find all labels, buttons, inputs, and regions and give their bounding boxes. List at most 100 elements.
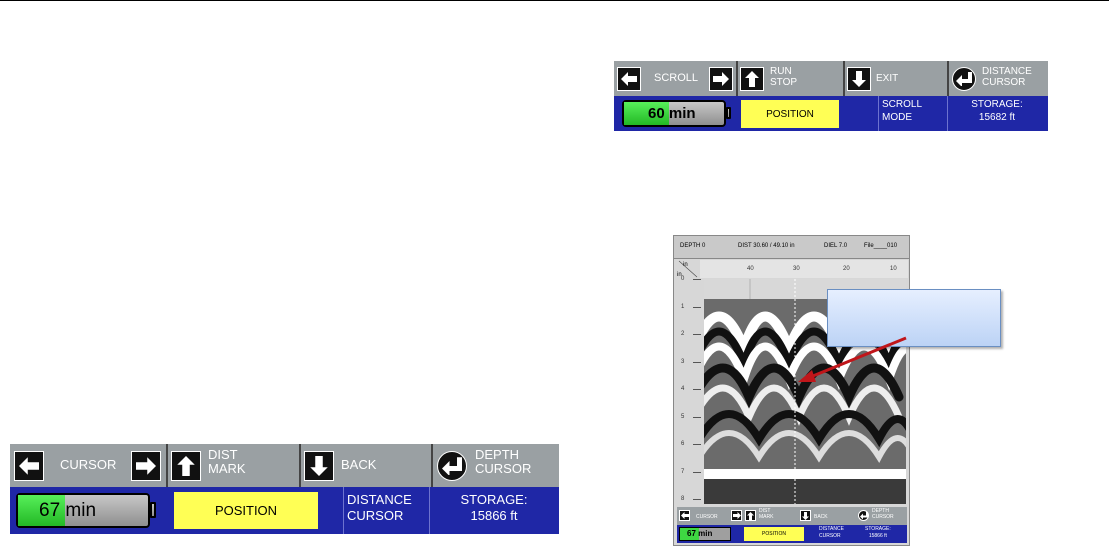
- arrow-left-icon: [680, 512, 689, 519]
- exit-button[interactable]: [847, 67, 871, 91]
- position-display: POSITION: [174, 492, 318, 529]
- mini-storage-display: STORAGE: 15866 ft: [865, 526, 891, 539]
- cursor-mode-panel: CURSOR DIST MARK BACK DEPTH CURSOR 67 mi…: [10, 444, 559, 534]
- storage-display: STORAGE: 15682 ft: [952, 99, 1042, 124]
- arrow-up-icon: [747, 511, 754, 520]
- y-tick: 6: [681, 441, 685, 447]
- arrow-right-icon: [732, 512, 741, 519]
- storage-label: STORAGE:: [971, 99, 1023, 110]
- distance-cursor-label: DISTANCE CURSOR: [982, 66, 1032, 88]
- mini-dist-mark-button[interactable]: [745, 510, 756, 521]
- storage-value: 15682 ft: [978, 111, 1016, 123]
- dist-readout: DIST 30.60 / 49.10 in: [738, 243, 795, 249]
- run-stop-button[interactable]: [740, 67, 764, 91]
- y-tick: 0: [681, 276, 685, 282]
- mini-depth-cursor-button[interactable]: [858, 510, 869, 521]
- y-tick-mark: [693, 471, 701, 473]
- mode-display: DISTANCE CURSOR: [347, 492, 412, 525]
- mini-mode-line-1: DISTANCE: [819, 526, 844, 532]
- cursor-label-2: CURSOR: [475, 461, 532, 477]
- mode-line-1: DISTANCE: [347, 492, 412, 507]
- mode-display: SCROLL MODE: [882, 99, 922, 124]
- battery-indicator: 67 min: [16, 493, 150, 528]
- mini-mode-display: DISTANCE CURSOR: [819, 526, 844, 539]
- arrow-left-icon: [621, 72, 637, 86]
- position-display: POSITION: [741, 100, 839, 128]
- y-tick-mark: [693, 334, 701, 335]
- storage-display: STORAGE: 15866 ft: [432, 492, 556, 525]
- arrow-up-icon: [177, 456, 195, 476]
- cursor-right-button[interactable]: [131, 451, 161, 481]
- depth-readout: DEPTH 0: [680, 243, 706, 249]
- mini-mode-line-2: CURSOR: [819, 532, 841, 539]
- device-header: DEPTH 0 DIST 30.60 / 49.10 in DIEL 7.0 F…: [674, 236, 909, 259]
- cursor-left-button[interactable]: [14, 451, 44, 481]
- back-label: BACK: [341, 457, 377, 472]
- exit-label: EXIT: [876, 73, 899, 84]
- depth-label: DEPTH: [475, 447, 520, 462]
- arrow-down-icon: [852, 71, 866, 87]
- mini-cursor-right-button[interactable]: [731, 510, 742, 521]
- enter-return-icon: [442, 457, 462, 475]
- mini-battery-time: 67 min: [687, 529, 713, 538]
- depth-cursor-button[interactable]: [437, 451, 467, 481]
- storage-label: STORAGE:: [460, 492, 528, 507]
- arrow-right-icon: [713, 72, 729, 86]
- y-tick: 1: [681, 303, 685, 310]
- run-stop-label: RUN STOP: [770, 66, 797, 88]
- y-tick: 5: [681, 413, 685, 420]
- stop-label: STOP: [770, 77, 798, 88]
- dist-label: DIST: [208, 447, 238, 462]
- y-tick: 7: [681, 468, 685, 475]
- mini-dist-mark-label: DIST MARK: [759, 508, 774, 520]
- battery-indicator: 60 min: [622, 100, 726, 127]
- distance-label: DISTANCE: [982, 66, 1032, 77]
- mini-back-button[interactable]: [800, 510, 811, 521]
- dist-mark-label: DIST MARK: [208, 447, 246, 477]
- arrow-right-icon: [136, 457, 156, 475]
- arrow-left-icon: [19, 457, 39, 475]
- arrow-down-icon: [310, 456, 328, 476]
- scroll-label: SCROLL: [654, 72, 699, 84]
- mini-position-display: POSITION: [744, 527, 804, 541]
- file-readout: File____010: [864, 243, 898, 249]
- y-tick-mark: [693, 444, 701, 445]
- distance-cursor-button[interactable]: [952, 67, 976, 91]
- storage-value: 15866 ft: [470, 508, 518, 524]
- cursor-label: CURSOR: [982, 77, 1026, 88]
- y-tick-mark: [693, 416, 701, 418]
- cursor-label: CURSOR: [60, 457, 117, 472]
- mini-mark-label: MARK: [759, 513, 774, 520]
- y-axis-ruler: 0 1 2 3 4 5 6 7 8: [677, 276, 703, 505]
- dist-mark-button[interactable]: [171, 451, 201, 481]
- y-tick-mark: [693, 389, 701, 390]
- diel-readout: DIEL 7.0: [824, 243, 848, 249]
- depth-cursor-label: DEPTH CURSOR: [475, 447, 532, 477]
- x-tick: 30: [793, 266, 800, 272]
- y-tick: 4: [681, 386, 685, 392]
- y-tick-mark: [693, 279, 701, 280]
- arrow-up-icon: [745, 71, 759, 87]
- scroll-right-button[interactable]: [709, 67, 733, 91]
- top-rule: [0, 0, 1109, 1]
- x-axis-ruler: 40 30 20 10: [700, 260, 908, 278]
- mode-line-2: CURSOR: [347, 508, 404, 524]
- device-bottom-panel: CURSOR DIST MARK BACK DEPTH CURSOR 67 min …: [677, 507, 907, 543]
- x-tick: 40: [747, 266, 754, 272]
- back-button[interactable]: [304, 451, 334, 481]
- mini-cursor-label-2: CURSOR: [872, 513, 894, 520]
- enter-return-icon: [956, 72, 972, 86]
- annotation-arrow: [798, 336, 907, 382]
- y-tick: 3: [681, 358, 685, 365]
- x-tick: 20: [843, 266, 850, 272]
- mode-line-2: MODE: [882, 111, 912, 123]
- y-tick-mark: [693, 306, 701, 308]
- mini-storage-value: 15866 ft: [868, 532, 887, 539]
- mini-depth-cursor-label: DEPTH CURSOR: [872, 508, 894, 520]
- mini-cursor-label: CURSOR: [696, 514, 718, 520]
- battery-time: 60 min: [648, 105, 696, 122]
- mini-cursor-left-button[interactable]: [679, 510, 690, 521]
- y-tick: 2: [681, 331, 685, 337]
- mark-label: MARK: [208, 461, 246, 477]
- scroll-left-button[interactable]: [617, 67, 641, 91]
